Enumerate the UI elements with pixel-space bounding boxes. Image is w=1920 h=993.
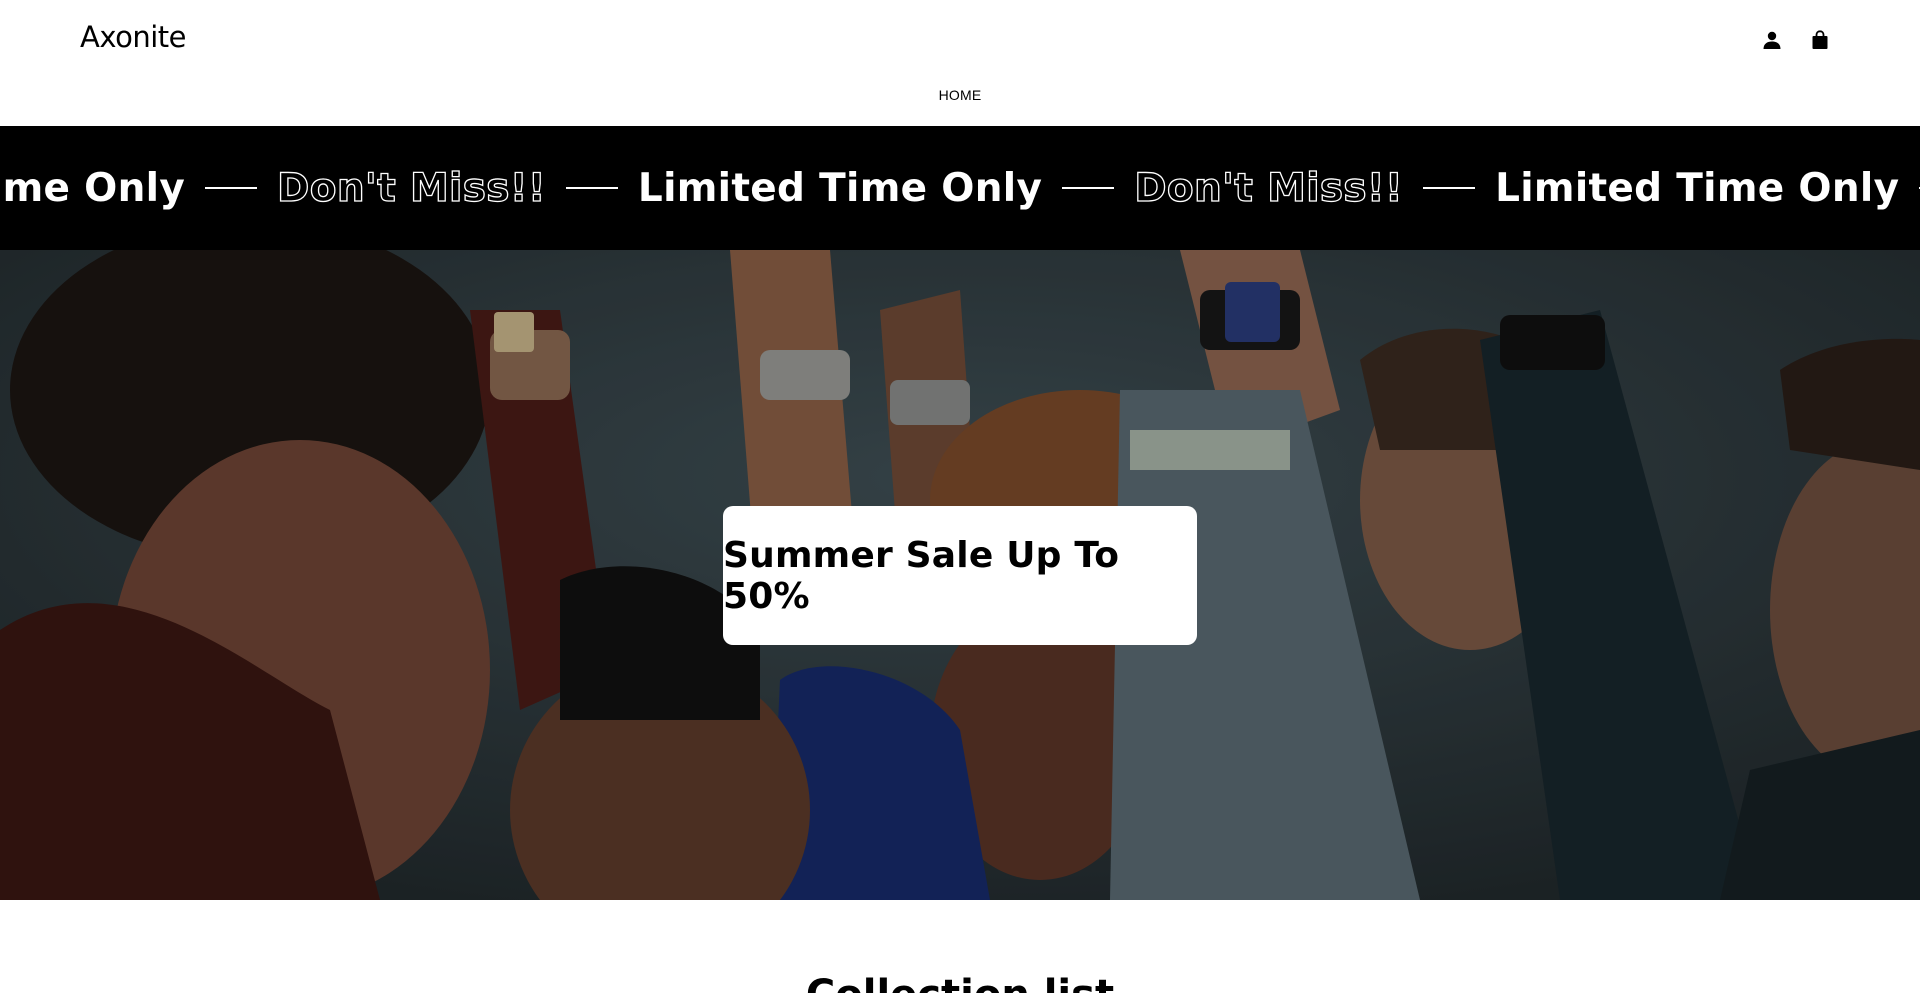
site-logo[interactable]: Axonite	[80, 20, 187, 54]
collection-heading: Collection list	[0, 972, 1920, 993]
marquee-text-4: Limited Time Only	[1495, 165, 1900, 211]
hero-title: Summer Sale Up To 50%	[723, 534, 1120, 617]
marquee-text-3: Don't Miss!!	[1134, 165, 1404, 211]
marquee-track: Time Only Don't Miss!! Limited Time Only Do…	[0, 126, 1920, 250]
marquee-text-0: Time Only	[0, 165, 186, 211]
shopping-bag-icon	[1812, 30, 1828, 49]
hero-card: Summer Sale Up To 50%	[723, 506, 1197, 645]
marquee-separator	[1423, 187, 1476, 189]
nav-link-home[interactable]: HOME	[939, 87, 982, 103]
marquee-separator	[1062, 187, 1115, 189]
announcement-marquee: Time Only Don't Miss!! Limited Time Only Do…	[0, 126, 1920, 250]
marquee-separator	[565, 187, 618, 189]
marquee-text-1: Don't Miss!!	[276, 165, 546, 211]
account-button[interactable]	[1758, 26, 1786, 54]
cart-button[interactable]	[1806, 26, 1834, 54]
main-nav: HOME	[0, 85, 1920, 104]
collection-section: Collection list	[0, 900, 1920, 993]
hero-banner: Summer Sale Up To 50%	[0, 250, 1920, 900]
person-icon	[1763, 31, 1781, 49]
marquee-text-2: Limited Time Only	[637, 165, 1043, 211]
marquee-separator	[205, 187, 258, 189]
site-header: Axonite HOME	[0, 0, 1920, 126]
